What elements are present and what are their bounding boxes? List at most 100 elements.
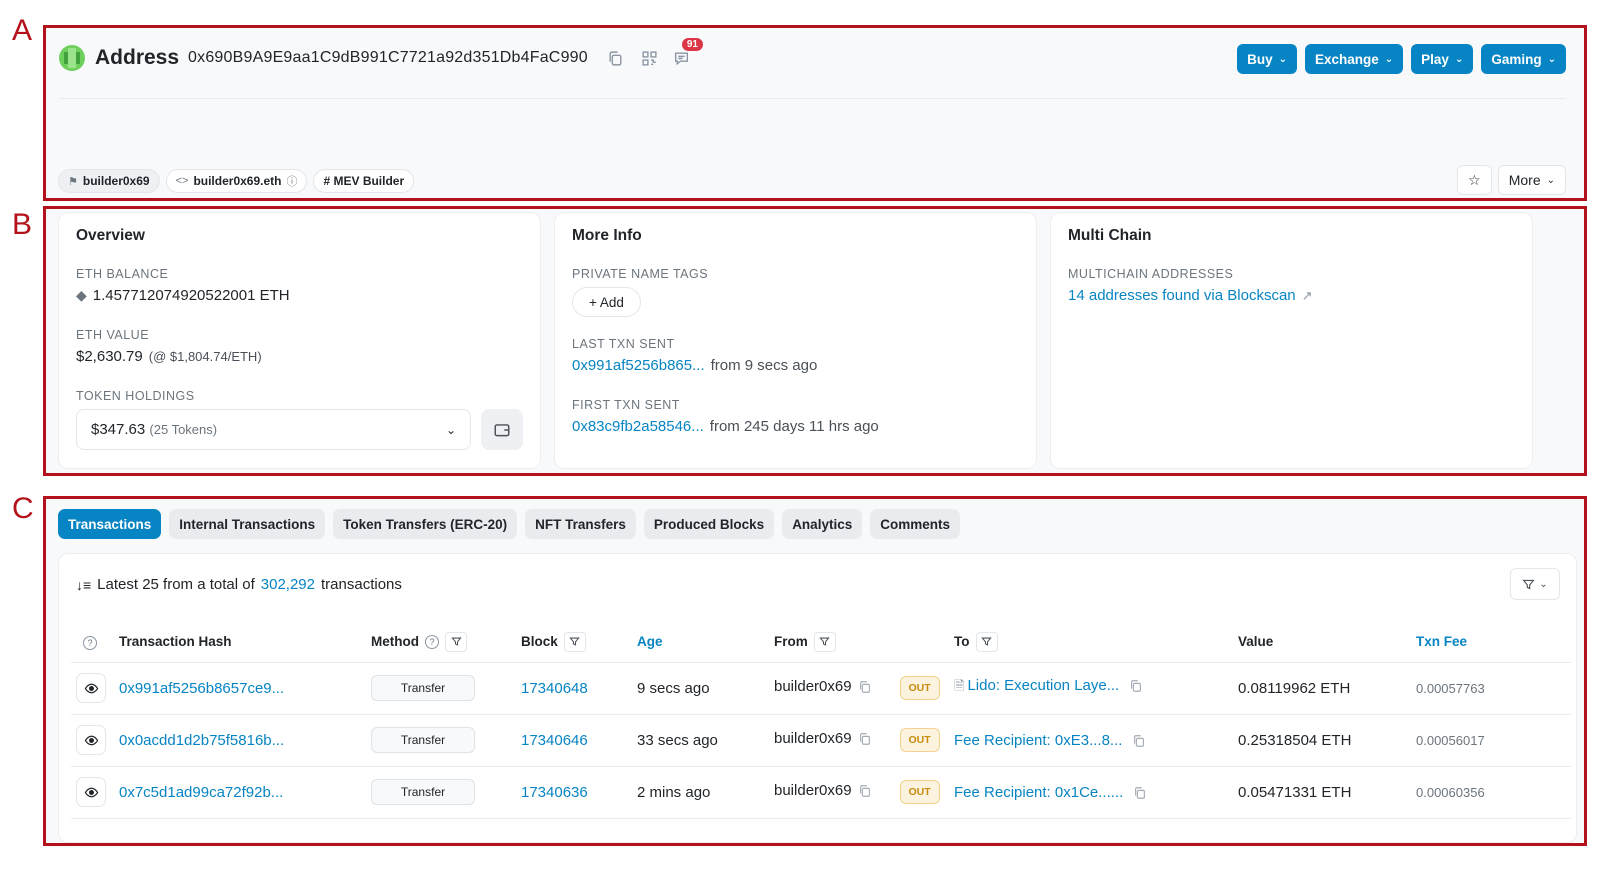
to-address-link[interactable]: Fee Recipient: 0x1Ce......	[954, 784, 1123, 801]
summary-total-link[interactable]: 302,292	[261, 576, 315, 593]
tab-internal-transactions[interactable]: Internal Transactions	[169, 509, 326, 539]
comment-count-badge: 91	[681, 38, 703, 51]
column-age-toggle[interactable]: Age	[637, 634, 663, 649]
region-label-a: A	[12, 14, 33, 47]
first-txn-label: FIRST TXN SENT	[572, 398, 680, 412]
copy-icon[interactable]	[858, 784, 872, 798]
row-age: 2 mins ago	[637, 766, 774, 819]
copy-icon[interactable]	[858, 680, 872, 694]
multichain-value: 14 addresses found via Blockscan ↗	[1068, 287, 1515, 304]
eye-icon[interactable]	[76, 777, 106, 807]
last-txn-value: 0x991af5256b865... from 9 secs ago	[572, 357, 1019, 374]
block-link[interactable]: 17340636	[521, 784, 588, 801]
address-value: 0x690B9A9E9aa1C9dB991C7721a92d351Db4FaC9…	[188, 49, 588, 66]
more-label: More	[1508, 172, 1541, 188]
eye-icon[interactable]	[76, 673, 106, 703]
from-filter-icon[interactable]	[813, 631, 836, 652]
row-method: Transfer	[371, 714, 521, 767]
add-private-tag-button[interactable]: + Add	[572, 287, 641, 317]
favorite-button[interactable]: ☆	[1457, 165, 1492, 195]
row-fee: 0.00057763	[1416, 662, 1571, 715]
row-fee: 0.00060356	[1416, 766, 1571, 819]
wallet-button[interactable]	[481, 409, 523, 450]
copy-icon[interactable]	[1132, 734, 1146, 748]
to-address-link[interactable]: Fee Recipient: 0xE3...8...	[954, 732, 1122, 749]
copy-icon[interactable]	[858, 732, 872, 746]
token-holdings-dropdown[interactable]: $347.63 (25 Tokens) ⌄	[76, 409, 472, 450]
row-value: 0.05471331 ETH	[1238, 766, 1416, 819]
tx-hash-link[interactable]: 0x0acdd1d2b75f5816b...	[119, 732, 284, 749]
copy-icon[interactable]	[1133, 786, 1147, 800]
tag-label: builder0x69	[82, 174, 150, 188]
tab-produced-blocks[interactable]: Produced Blocks	[643, 509, 775, 539]
token-value: $347.63	[91, 421, 146, 438]
row-eye-cell	[71, 662, 119, 715]
star-icon: ☆	[1468, 171, 1481, 188]
row-block: 17340646	[521, 714, 637, 767]
to-address-link[interactable]: Lido: Execution Laye...	[967, 677, 1119, 694]
tag-mev-builder[interactable]: # MEV Builder	[313, 169, 415, 193]
first-txn-time: from 245 days 11 hrs ago	[709, 418, 879, 435]
region-label-c: C	[12, 492, 34, 525]
from-address[interactable]: builder0x69	[774, 678, 852, 695]
exchange-button[interactable]: Exchange ⌄	[1305, 44, 1404, 74]
tag-builder0x69[interactable]: ⚑ builder0x69	[58, 169, 160, 193]
transactions-summary: ↓≡ Latest 25 from a total of 302,292 tra…	[76, 576, 402, 593]
copy-icon[interactable]	[1129, 679, 1143, 693]
row-method: Transfer	[371, 766, 521, 819]
buy-button[interactable]: Buy ⌄	[1237, 44, 1297, 74]
info-icon: ⓘ	[286, 176, 298, 188]
multichain-addresses-label: MULTICHAIN ADDRESSES	[1068, 267, 1234, 281]
tab-nft-transfers[interactable]: NFT Transfers	[525, 509, 636, 539]
column-age: Age	[637, 622, 774, 663]
last-txn-link[interactable]: 0x991af5256b865...	[572, 357, 705, 374]
tab-transactions[interactable]: Transactions	[58, 509, 162, 539]
last-txn-label: LAST TXN SENT	[572, 337, 675, 351]
gaming-button[interactable]: Gaming ⌄	[1481, 44, 1566, 74]
more-info-card: More Info PRIVATE NAME TAGS + Add LAST T…	[554, 212, 1037, 469]
qr-code-icon[interactable]	[640, 48, 660, 68]
from-address[interactable]: builder0x69	[774, 782, 852, 799]
table-row: 0x0acdd1d2b75f5816b... Transfer 17340646…	[71, 714, 1571, 767]
eth-price: (@ $1,804.74/ETH)	[148, 349, 262, 364]
column-block-label: Block	[521, 634, 558, 650]
help-icon[interactable]: ?	[83, 635, 97, 650]
from-address[interactable]: builder0x69	[774, 730, 852, 747]
tab-token-transfers[interactable]: Token Transfers (ERC-20)	[333, 509, 518, 539]
tab-analytics[interactable]: Analytics	[782, 509, 863, 539]
play-button[interactable]: Play ⌄	[1411, 44, 1474, 74]
tab-comments[interactable]: Comments	[870, 509, 960, 539]
tx-hash-link[interactable]: 0x991af5256b8657ce9...	[119, 680, 284, 697]
address-row: Address 0x690B9A9E9aa1C9dB991C7721a92d35…	[59, 38, 703, 71]
block-link[interactable]: 17340648	[521, 680, 588, 697]
help-icon[interactable]: ?	[425, 634, 439, 649]
copy-icon[interactable]	[606, 48, 626, 68]
comment-icon[interactable]: 91	[672, 38, 703, 68]
row-age: 33 secs ago	[637, 714, 774, 767]
more-button[interactable]: More ⌄	[1497, 165, 1566, 195]
multi-chain-title: Multi Chain	[1068, 227, 1152, 244]
first-txn-link[interactable]: 0x83c9fb2a58546...	[572, 418, 704, 435]
row-to: Fee Recipient: 0xE3...8...	[954, 714, 1238, 767]
eth-balance-amount: 1.457712074920522001 ETH	[92, 287, 290, 304]
eth-value: $2,630.79 (@ $1,804.74/ETH)	[76, 348, 523, 365]
method-filter-icon[interactable]	[445, 631, 467, 652]
tag-label: # MEV Builder	[323, 174, 405, 188]
method-badge: Transfer	[371, 675, 475, 701]
chevron-down-icon: ⌄	[1384, 53, 1394, 65]
filter-dropdown-button[interactable]: ⌄	[1510, 568, 1560, 600]
row-eye-cell	[71, 766, 119, 819]
chevron-down-icon: ⌄	[1539, 578, 1548, 590]
blockscan-link[interactable]: 14 addresses found via Blockscan	[1068, 287, 1296, 304]
to-filter-icon[interactable]	[975, 631, 998, 652]
tag-ens-name[interactable]: <> builder0x69.eth ⓘ	[165, 169, 308, 193]
block-link[interactable]: 17340646	[521, 732, 588, 749]
tx-hash-link[interactable]: 0x7c5d1ad99ca72f92b...	[119, 784, 283, 801]
external-link-icon: ↗	[1301, 287, 1313, 303]
column-fee-toggle[interactable]: Txn Fee	[1416, 634, 1467, 649]
block-filter-icon[interactable]	[563, 631, 586, 652]
column-from-label: From	[774, 634, 808, 650]
last-txn-time: from 9 secs ago	[710, 357, 818, 374]
contract-icon: 🗎	[954, 678, 965, 693]
eye-icon[interactable]	[76, 725, 106, 755]
